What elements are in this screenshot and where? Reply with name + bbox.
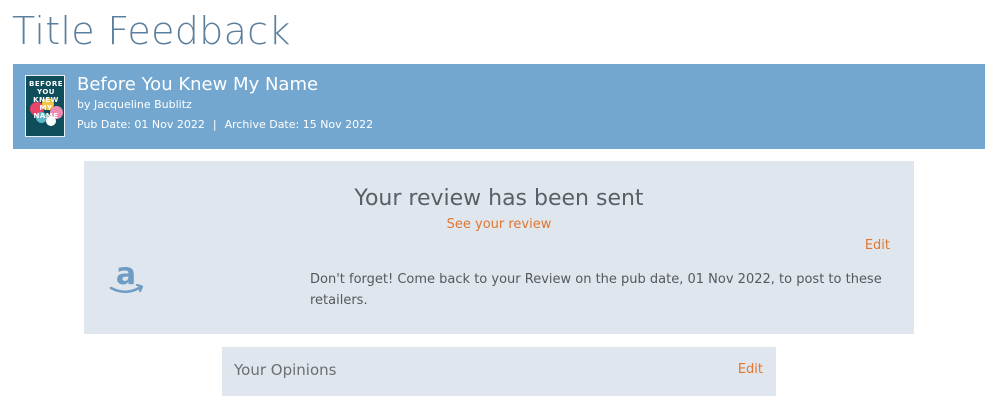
your-opinions-panel: Your Opinions Edit (222, 347, 776, 396)
book-dates: Pub Date: 01 Nov 2022 | Archive Date: 15 N… (77, 118, 373, 132)
book-title[interactable]: Before You Knew My Name (77, 74, 318, 96)
see-your-review-link[interactable]: See your review (84, 216, 914, 234)
post-reminder-text: Don't forget! Come back to your Review o… (310, 272, 882, 308)
cover-title-text: BEFORE YOU KNEW MY NAME (29, 80, 64, 120)
opinions-edit-link[interactable]: Edit (738, 361, 763, 379)
archive-date: Archive Date: 15 Nov 2022 (224, 118, 374, 131)
amazon-icon[interactable]: a (106, 257, 146, 297)
book-cover-image[interactable]: BEFORE YOU KNEW MY NAME (25, 75, 65, 137)
your-opinions-label: Your Opinions (234, 361, 337, 379)
review-sent-panel: Your review has been sent See your revie… (84, 161, 914, 334)
page-title: Title Feedback (12, 9, 291, 53)
date-separator: | (212, 118, 217, 131)
review-sent-heading: Your review has been sent (354, 186, 644, 211)
pub-date: Pub Date: 01 Nov 2022 (77, 118, 205, 131)
svg-text:a: a (116, 257, 136, 292)
book-banner: BEFORE YOU KNEW MY NAME Before You Knew … (13, 64, 985, 149)
book-author: by Jacqueline Bublitz (77, 98, 192, 111)
review-edit-link[interactable]: Edit (865, 237, 890, 255)
